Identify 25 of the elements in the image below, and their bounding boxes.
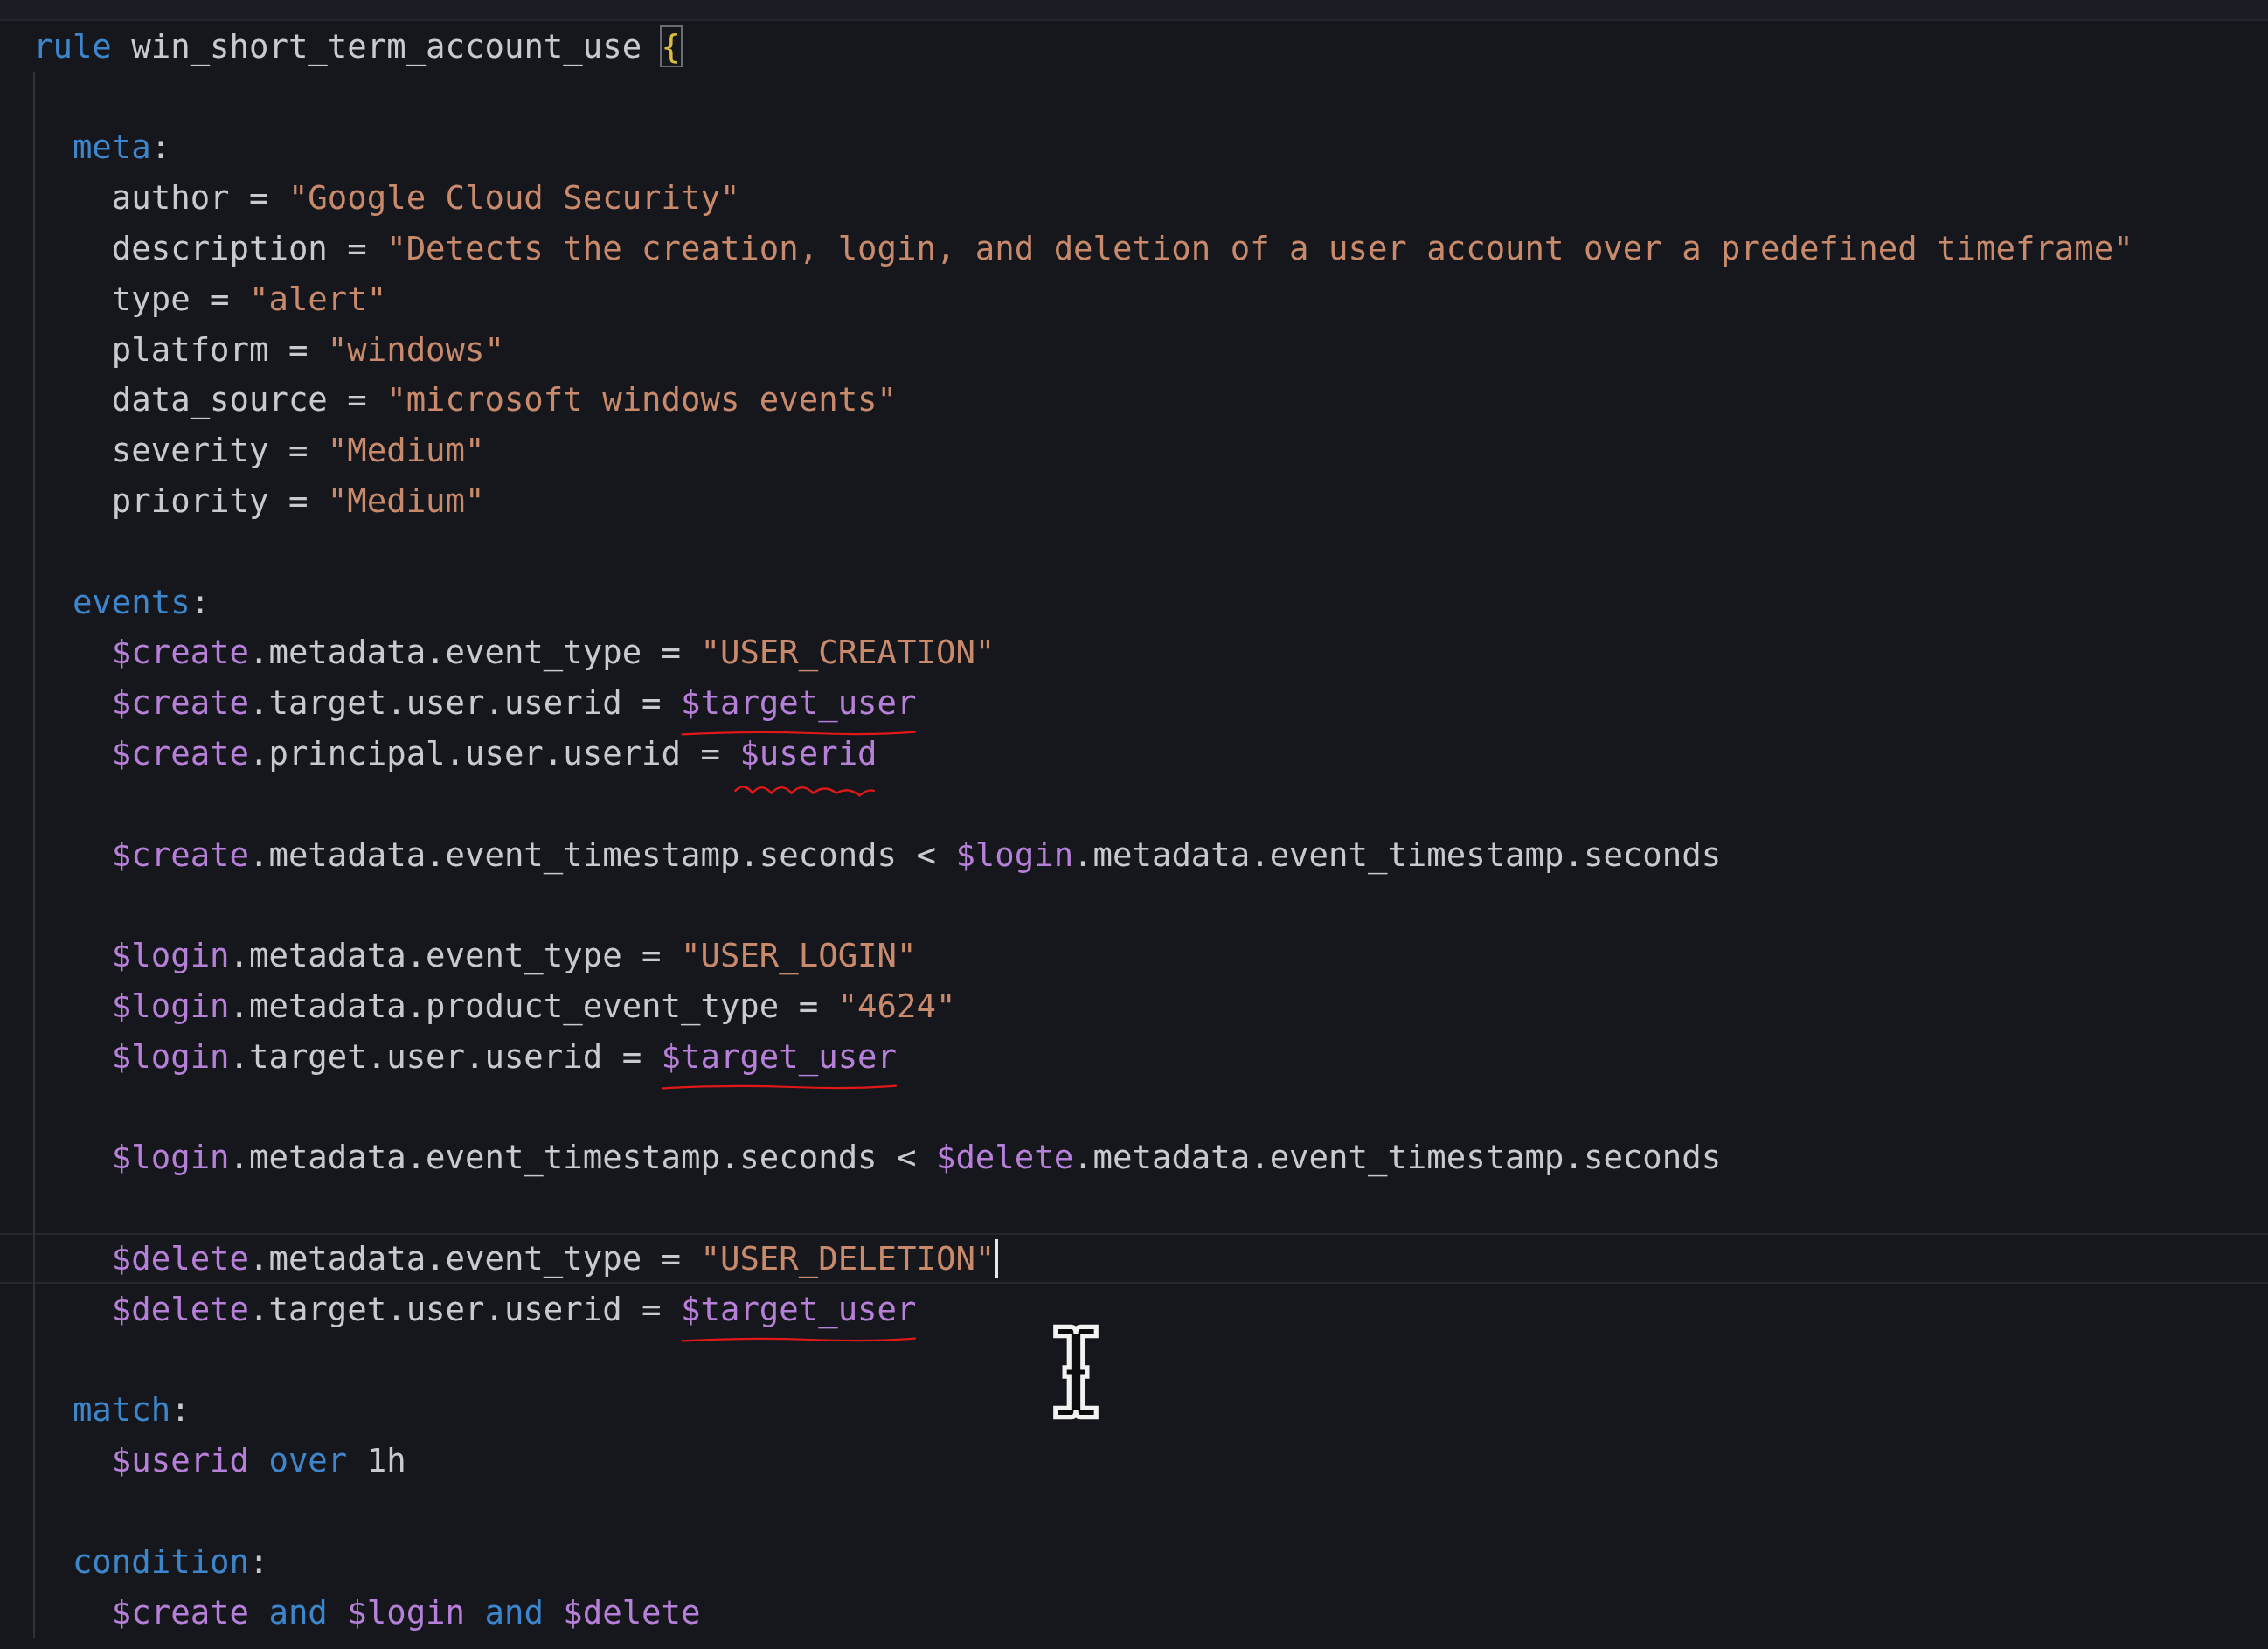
code-line: severity = "Medium"	[111, 431, 485, 470]
code-line: $login.metadata.product_event_type = "4624"	[111, 987, 956, 1026]
code-line: $login.target.user.userid = $target_user	[111, 1036, 898, 1076]
code-line: $create.target.user.userid = $target_user	[111, 683, 917, 723]
code-line: $delete.target.user.userid = $target_user	[111, 1289, 917, 1328]
code-line: author = "Google Cloud Security"	[111, 178, 740, 218]
code-line: $create.metadata.event_timestamp.seconds < $login.metadata.event_timestamp.seconds	[111, 835, 1722, 874]
code-line: $delete.metadata.event_type = "USER_DELETION"	[111, 1239, 999, 1278]
code-line: description = "Detects the creation, login, and deletion of a user account over a predefined timeframe"	[111, 229, 2133, 268]
code-line: match:	[72, 1390, 191, 1430]
code-line: $userid over 1h	[111, 1441, 406, 1480]
code-line: condition:	[72, 1542, 269, 1581]
code-line: rule win_short_term_account_use {	[33, 26, 682, 66]
code-line: $create and $login and $delete	[111, 1592, 701, 1632]
code-line: priority = "Medium"	[111, 482, 485, 521]
code-line: data_source = "microsoft windows events"	[111, 380, 897, 419]
code-line: $login.metadata.event_timestamp.seconds < $delete.metadata.event_timestamp.seconds	[111, 1138, 1722, 1177]
code-line: $login.metadata.event_type = "USER_LOGIN"	[111, 936, 917, 975]
code-line: type = "alert"	[111, 279, 387, 318]
code-line: $create.principal.user.userid = $userid	[111, 734, 877, 773]
text-caret	[995, 1239, 999, 1278]
code-line: events:	[72, 582, 211, 621]
code-line: $create.metadata.event_type = "USER_CREATION"	[111, 633, 995, 672]
code-line: meta:	[72, 128, 171, 167]
code-line: platform = "windows"	[111, 329, 504, 369]
